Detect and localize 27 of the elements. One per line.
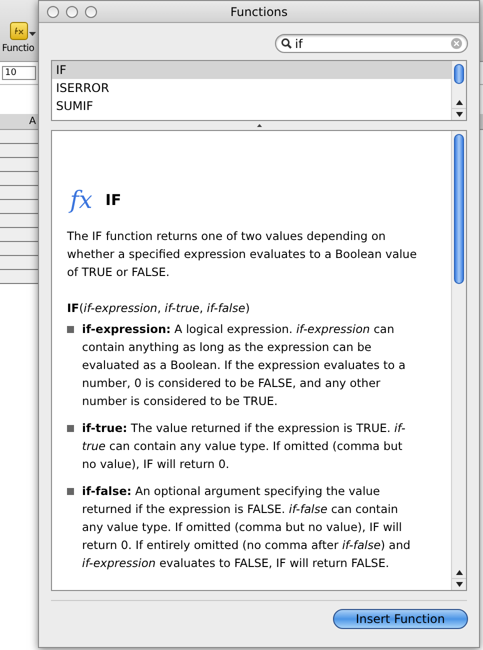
function-syntax: IF(if-expression, if-true, if-false) <box>67 300 251 317</box>
function-icon: fx <box>67 183 96 217</box>
font-size-field[interactable]: 10 <box>2 66 36 80</box>
splitter-handle-icon[interactable] <box>256 124 262 127</box>
window-control-icon[interactable] <box>85 6 97 18</box>
argument-description: if-false: An optional argument specifying the value returned if the expression is FALSE. if-false can contain any value type. If omitted (comma but no value), IF will return 0. If entirely omitted (no comma after if-false) and if-expression evaluates to FALSE, IF will return FALSE. <box>82 483 412 572</box>
bullet-icon <box>67 488 74 495</box>
insert-function-button[interactable]: Insert Function <box>332 609 468 629</box>
function-title: IF <box>105 191 122 209</box>
search-field[interactable]: if <box>275 34 468 53</box>
function-icon[interactable] <box>10 22 28 40</box>
bullet-icon <box>67 425 74 432</box>
search-icon <box>281 38 292 49</box>
scrollbar[interactable] <box>451 61 466 120</box>
function-list-item[interactable]: IF <box>52 61 451 79</box>
scrollbar[interactable] <box>451 131 466 590</box>
window-title: Functions <box>230 4 288 20</box>
function-summary: The IF function returns one of two values depending on whether a specified expression evaluates to a Boolean value of TRUE or FALSE. <box>67 228 417 281</box>
caret-icon[interactable] <box>29 32 36 36</box>
argument-description: if-expression: A logical expression. if-expression can contain anything as long as the expression can be evaluated as a Boolean. If the expression evaluates to a number, 0 is considered to be FALSE, and any other number is considered to be TRUE. <box>82 321 407 410</box>
scroll-thumb[interactable] <box>454 134 464 284</box>
bullet-icon <box>67 326 74 333</box>
toolbar-label: Functio <box>2 42 34 56</box>
argument-description: if-true: The value returned if the expression is TRUE. if-true can contain any value type. If omitted (comma but no value), IF will return 0. <box>82 420 406 473</box>
window-control-icon[interactable] <box>47 6 59 18</box>
window-control-icon[interactable] <box>66 6 78 18</box>
scroll-thumb[interactable] <box>454 64 464 84</box>
